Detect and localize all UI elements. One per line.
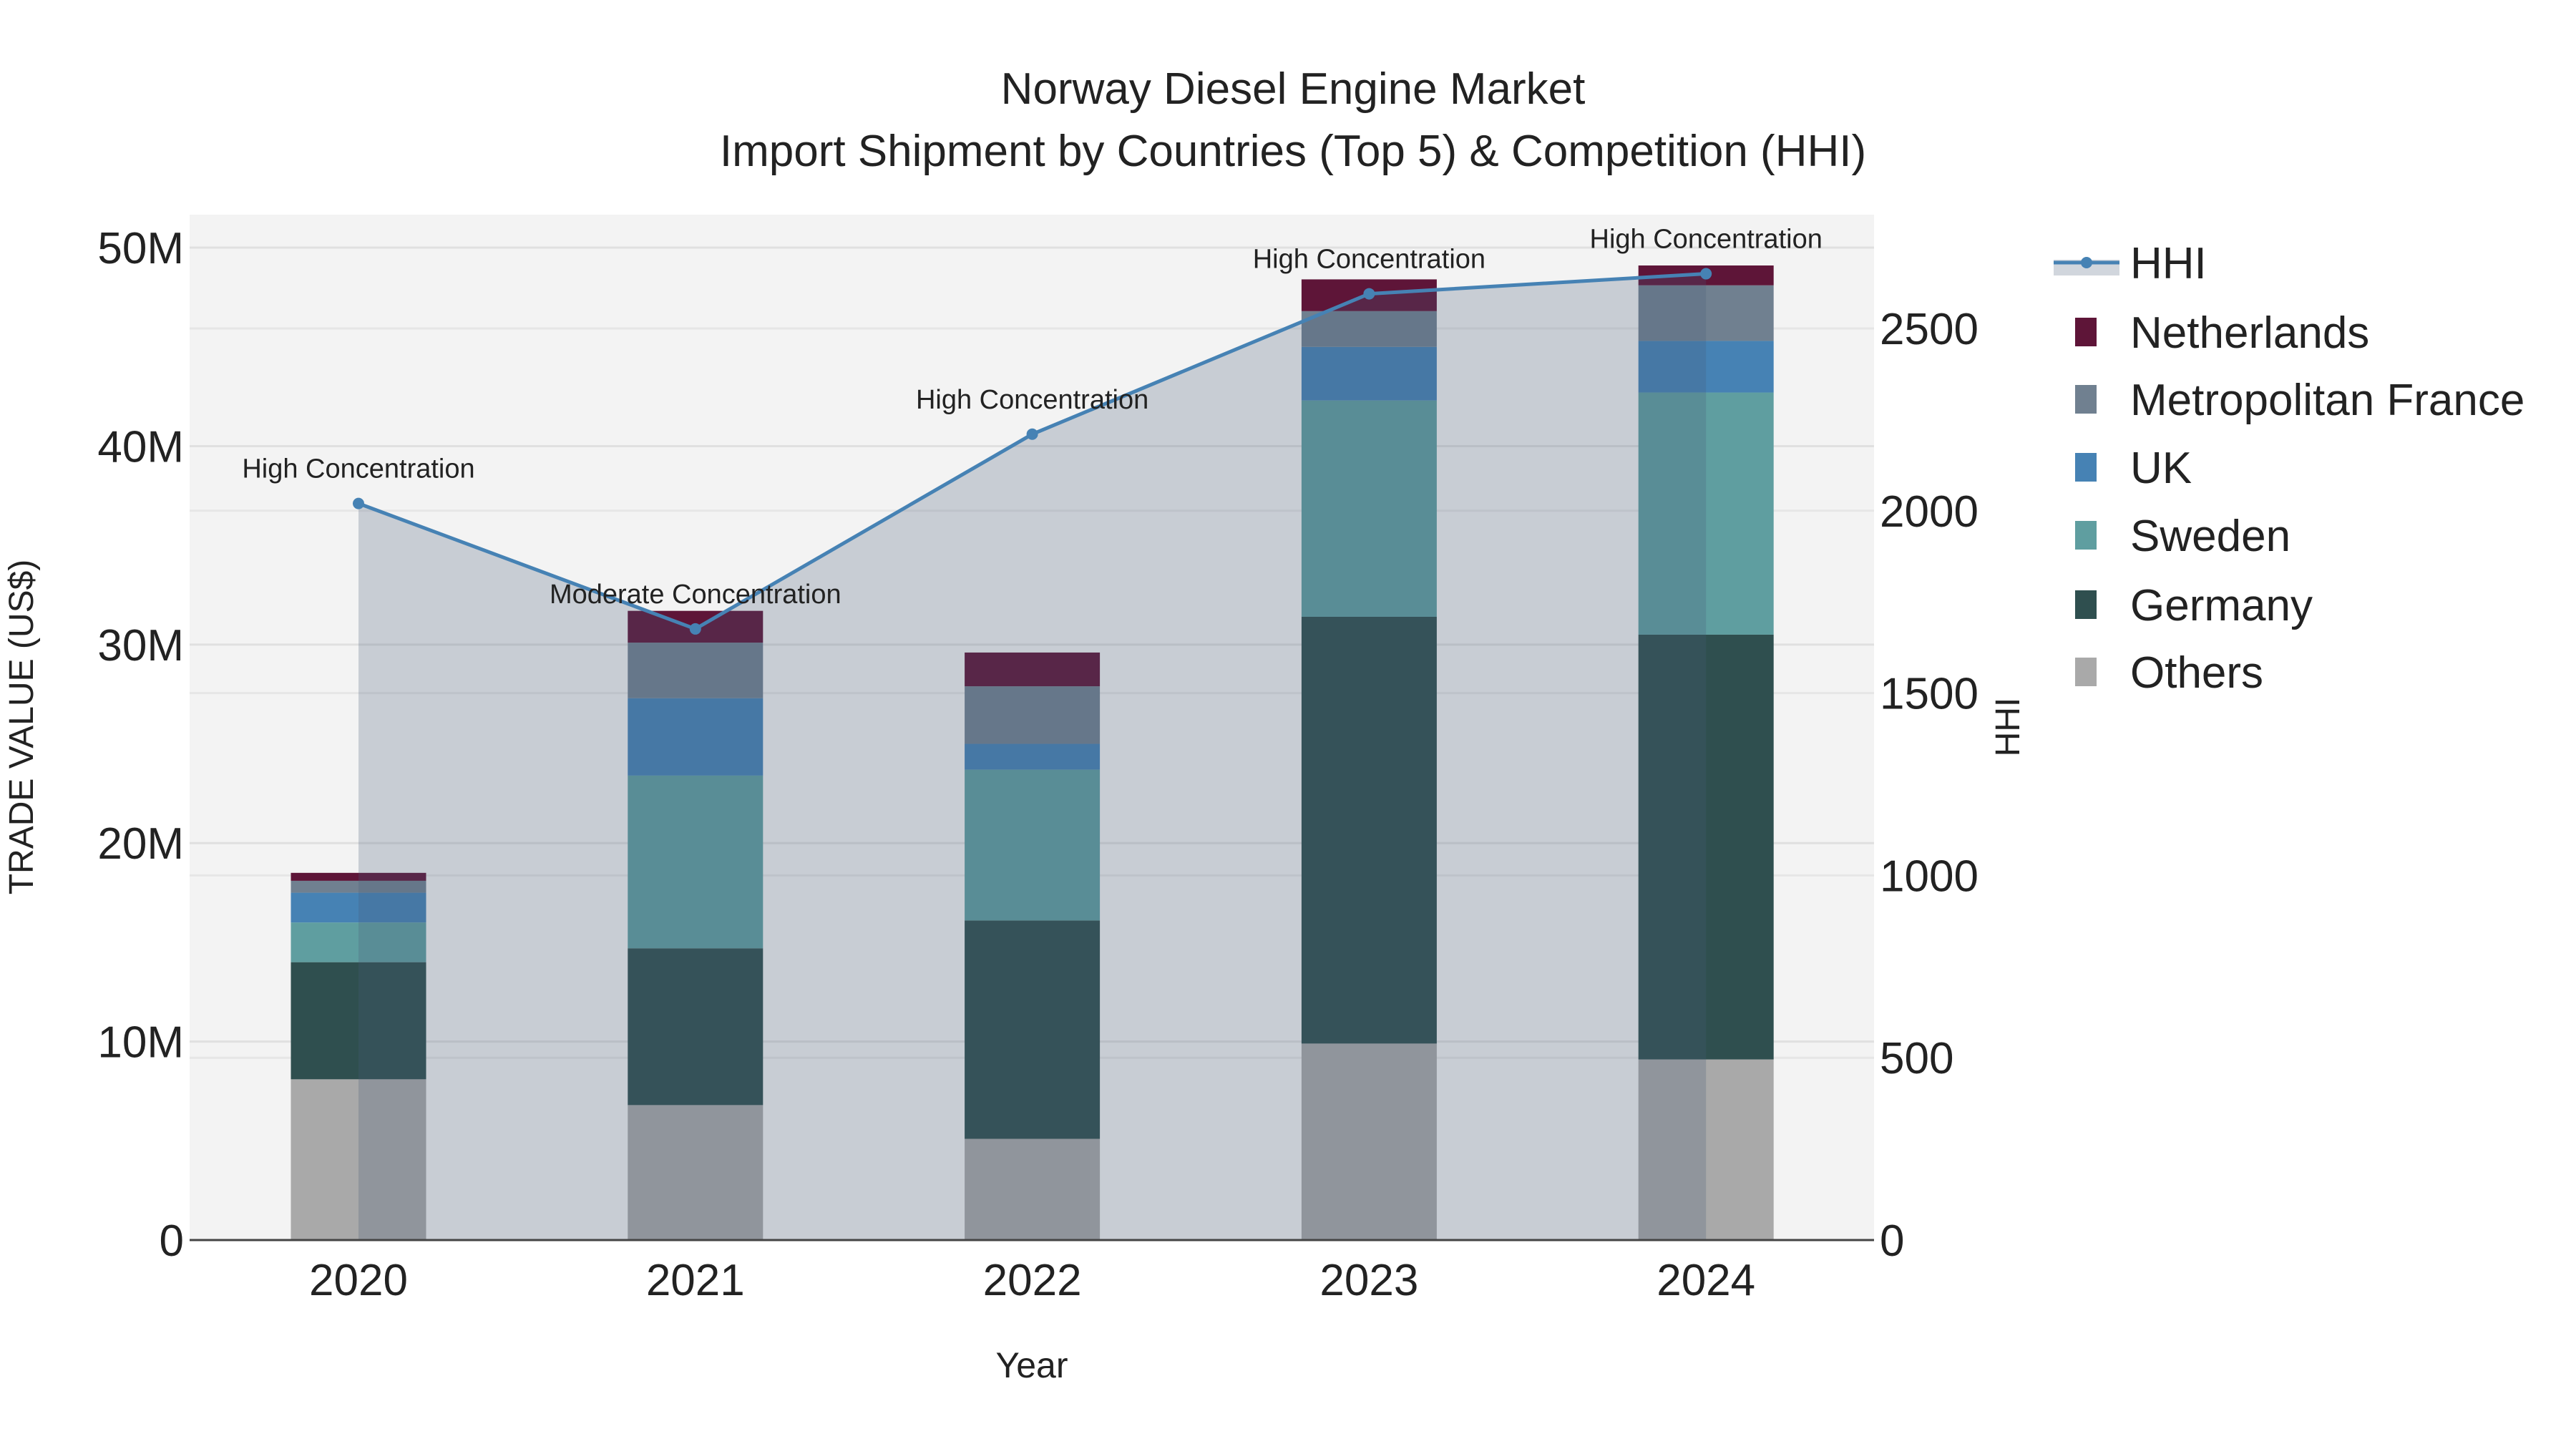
hhi-annotation: High Concentration bbox=[916, 385, 1148, 415]
legend-swatch bbox=[2075, 385, 2097, 414]
legend-label: HHI bbox=[2130, 239, 2207, 288]
hhi-annotation: High Concentration bbox=[1590, 225, 1823, 255]
y2-tick-label: 1500 bbox=[1880, 670, 1979, 719]
y2-tick-label: 1000 bbox=[1880, 852, 1979, 901]
y2-tick-label: 2500 bbox=[1880, 305, 1979, 354]
chart-subtitle: Import Shipment by Countries (Top 5) & C… bbox=[720, 127, 1866, 176]
legend-swatch bbox=[2075, 658, 2097, 686]
x-axis-title: Year bbox=[995, 1345, 1068, 1385]
y2-tick-label: 0 bbox=[1880, 1216, 1904, 1266]
hhi-annotation: High Concentration bbox=[1253, 245, 1485, 275]
legend: HHI Netherlands Metropolitan France UK Swede… bbox=[2054, 239, 2524, 698]
legend-item-germany[interactable]: Germany bbox=[2075, 581, 2313, 630]
y-tick-label: 30M bbox=[97, 621, 184, 670]
legend-item-sweden[interactable]: Sweden bbox=[2075, 512, 2290, 561]
legend-label: Sweden bbox=[2130, 512, 2290, 561]
hhi-point-2022 bbox=[1026, 428, 1038, 440]
y2-tick-label: 500 bbox=[1880, 1034, 1953, 1083]
legend-label: Others bbox=[2130, 648, 2263, 698]
y2-axis-title: HHI bbox=[1989, 698, 2027, 757]
x-tick-label: 2023 bbox=[1319, 1256, 1418, 1305]
x-tick-label: 2021 bbox=[646, 1256, 745, 1305]
y-tick-label: 50M bbox=[97, 224, 184, 273]
y-tick-label: 20M bbox=[97, 819, 184, 869]
legend-marker bbox=[2081, 257, 2092, 268]
chart: High Concentration Moderate Concentration… bbox=[3, 64, 2524, 1385]
y-axis-title: TRADE VALUE (US$) bbox=[3, 560, 41, 895]
legend-swatch bbox=[2075, 590, 2097, 619]
hhi-point-2023 bbox=[1363, 288, 1375, 300]
y-tick-label: 40M bbox=[97, 422, 184, 472]
hhi-point-2024 bbox=[1700, 268, 1712, 280]
legend-label: Netherlands bbox=[2130, 308, 2369, 358]
hhi-point-2021 bbox=[689, 623, 701, 635]
legend-swatch bbox=[2075, 521, 2097, 550]
hhi-annotation: Moderate Concentration bbox=[550, 580, 841, 610]
legend-swatch bbox=[2075, 453, 2097, 482]
legend-item-uk[interactable]: UK bbox=[2075, 444, 2192, 493]
y-tick-label: 10M bbox=[97, 1018, 184, 1068]
x-tick-label: 2020 bbox=[309, 1256, 408, 1305]
legend-swatch bbox=[2075, 318, 2097, 346]
hhi-annotation: High Concentration bbox=[242, 454, 474, 484]
hhi-point-2020 bbox=[353, 497, 364, 509]
legend-item-hhi[interactable]: HHI bbox=[2054, 239, 2207, 288]
legend-label: UK bbox=[2130, 444, 2192, 493]
legend-label: Metropolitan France bbox=[2130, 376, 2524, 425]
legend-item-netherlands[interactable]: Netherlands bbox=[2075, 308, 2369, 358]
legend-item-others[interactable]: Others bbox=[2075, 648, 2263, 698]
x-tick-label: 2024 bbox=[1657, 1256, 1755, 1305]
legend-item-metropolitan-france[interactable]: Metropolitan France bbox=[2075, 376, 2524, 425]
legend-label: Germany bbox=[2130, 581, 2313, 630]
x-tick-label: 2022 bbox=[983, 1256, 1082, 1305]
y2-tick-label: 2000 bbox=[1880, 487, 1979, 537]
y-tick-label: 0 bbox=[160, 1216, 184, 1266]
chart-title: Norway Diesel Engine Market bbox=[1001, 64, 1586, 114]
